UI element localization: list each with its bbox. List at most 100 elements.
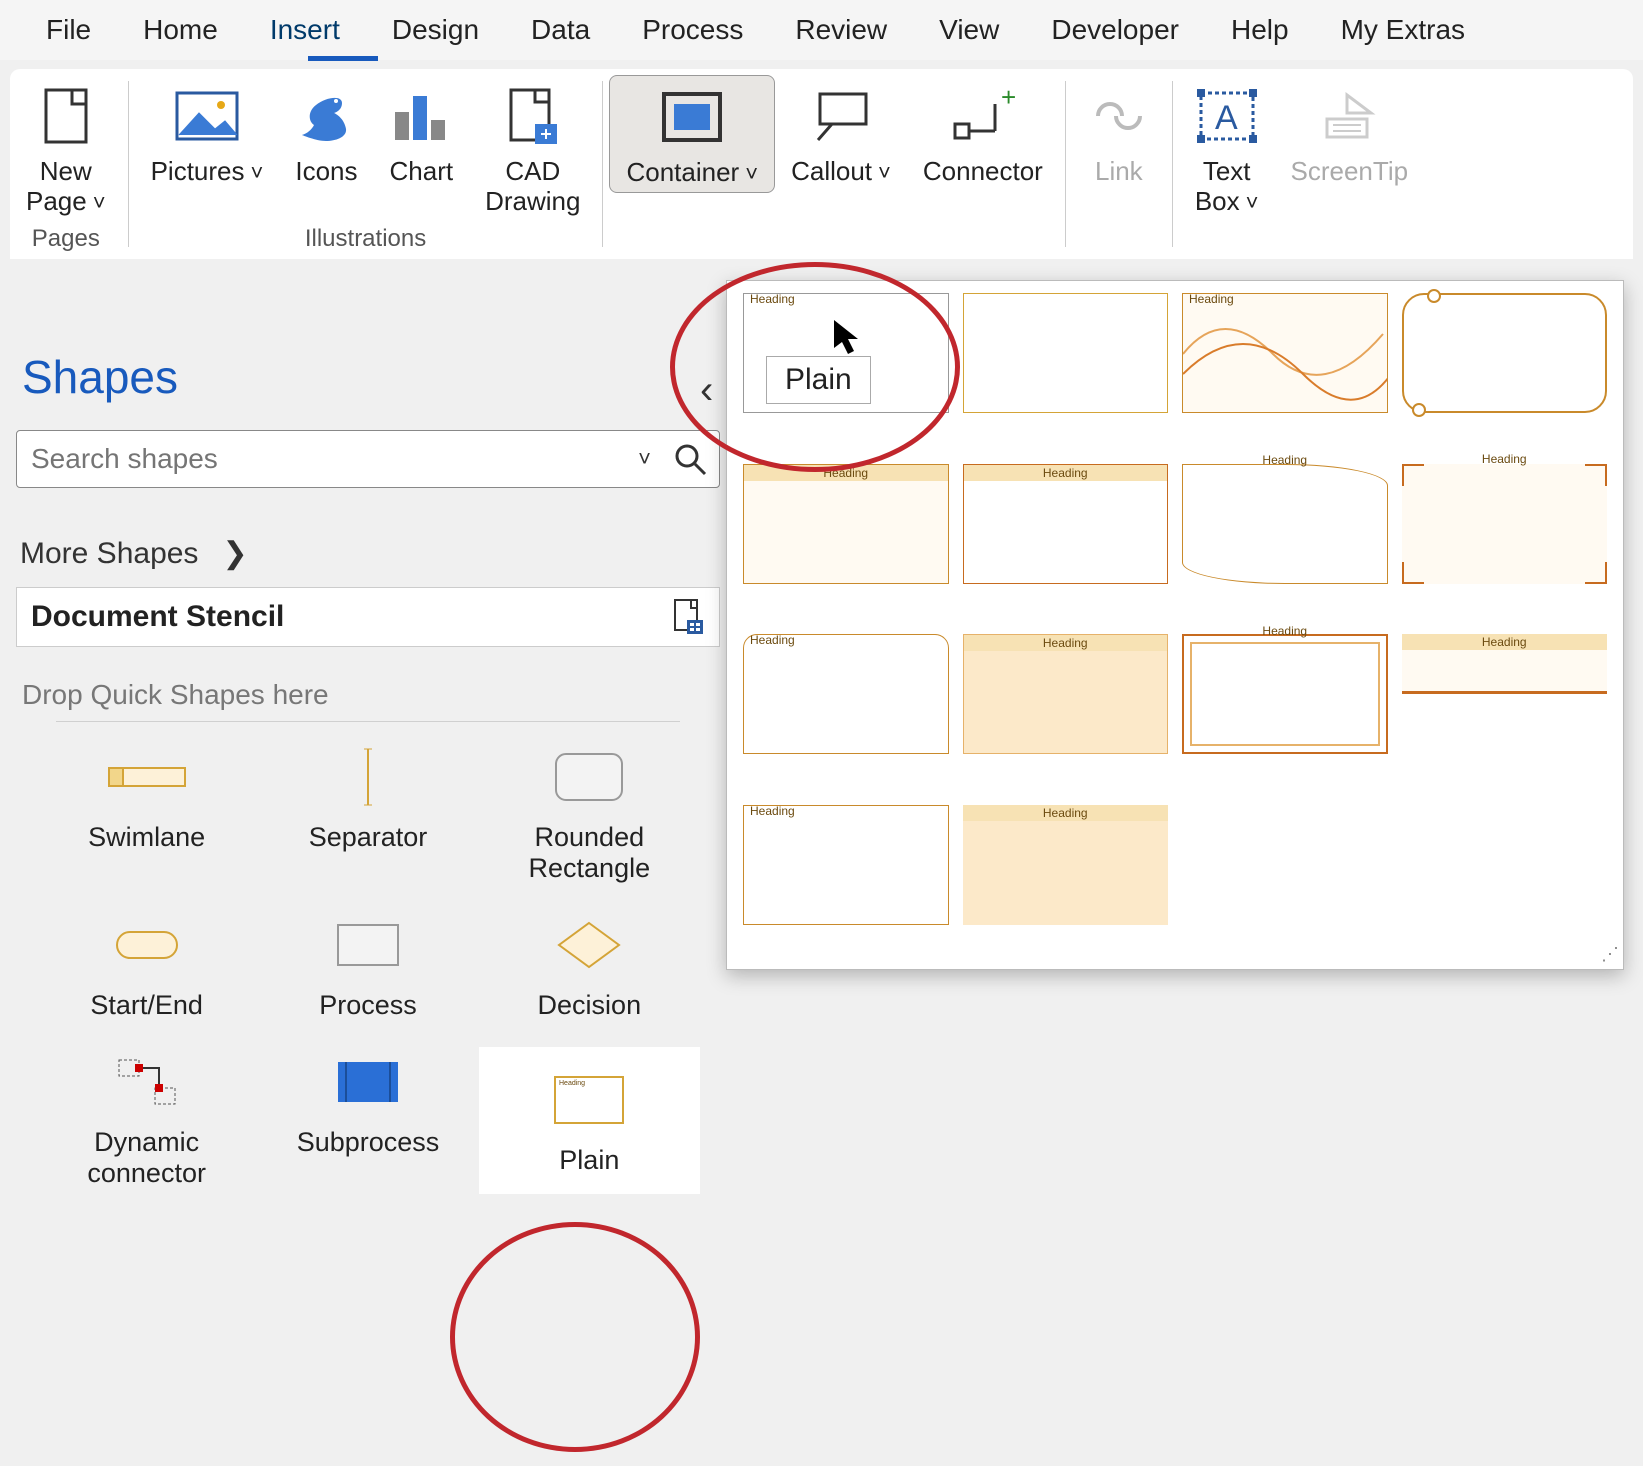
shape-label: Rounded Rectangle xyxy=(529,822,651,884)
page-icon xyxy=(42,81,90,151)
gallery-item[interactable] xyxy=(1182,293,1388,413)
link-button: Link xyxy=(1072,75,1166,191)
gallery-item[interactable] xyxy=(963,293,1169,413)
shape-label: Plain xyxy=(559,1145,619,1176)
ribbon-separator xyxy=(602,81,603,247)
menu-insert[interactable]: Insert xyxy=(244,6,366,60)
menu-data[interactable]: Data xyxy=(505,6,616,60)
shape-separator[interactable]: Separator xyxy=(257,742,478,884)
gallery-item[interactable] xyxy=(963,634,1169,754)
callout-icon xyxy=(812,81,870,151)
textbox-button[interactable]: A Text Box xyxy=(1179,75,1275,221)
shape-label: Swimlane xyxy=(88,822,205,853)
group-label-illustrations: Illustrations xyxy=(305,225,426,253)
process-icon xyxy=(336,910,400,980)
gallery-item[interactable] xyxy=(743,464,949,584)
divider xyxy=(56,721,680,722)
menu-file[interactable]: File xyxy=(20,6,117,60)
gallery-item[interactable] xyxy=(743,634,949,754)
shape-decision[interactable]: Decision xyxy=(479,910,700,1021)
document-stencil-row[interactable]: Document Stencil xyxy=(16,587,720,647)
container-label: Container xyxy=(626,158,758,188)
cad-drawing-button[interactable]: CAD Drawing xyxy=(469,75,596,221)
search-shapes[interactable]: ˅ xyxy=(16,430,720,488)
gallery-item[interactable] xyxy=(743,805,949,925)
gallery-item[interactable] xyxy=(963,464,1169,584)
ribbon-group-diagram-parts: Container Callout + Connector xyxy=(609,69,1058,259)
screentip-button: ScreenTip xyxy=(1275,75,1425,221)
search-icon[interactable] xyxy=(661,442,719,476)
annotation-circle-plain xyxy=(450,1222,700,1452)
shape-plain[interactable]: Heading Plain xyxy=(479,1047,700,1194)
chart-button[interactable]: Chart xyxy=(374,75,470,221)
screentip-label: ScreenTip xyxy=(1291,157,1409,187)
dynamic-connector-icon xyxy=(115,1047,179,1117)
connector-label: Connector xyxy=(923,157,1043,187)
shape-dynamic-connector[interactable]: Dynamic connector xyxy=(36,1047,257,1194)
separator-icon xyxy=(363,742,373,812)
icons-button[interactable]: Icons xyxy=(279,75,373,221)
callout-button[interactable]: Callout xyxy=(775,75,907,193)
more-shapes-button[interactable]: More Shapes ❯ xyxy=(20,536,720,571)
subprocess-icon xyxy=(336,1047,400,1117)
gallery-item[interactable] xyxy=(1402,634,1608,694)
shape-rounded-rectangle[interactable]: Rounded Rectangle xyxy=(479,742,700,884)
search-input[interactable] xyxy=(17,443,628,475)
menu-strip: File Home Insert Design Data Process Rev… xyxy=(0,0,1643,60)
terminator-icon xyxy=(115,910,179,980)
menu-home[interactable]: Home xyxy=(117,6,244,60)
screentip-icon xyxy=(1317,81,1381,151)
rounded-rect-icon xyxy=(554,742,624,812)
gallery-item[interactable] xyxy=(1182,464,1388,584)
menu-view[interactable]: View xyxy=(913,6,1025,60)
callout-label: Callout xyxy=(791,157,891,187)
new-page-button[interactable]: New Page xyxy=(10,75,122,221)
duck-icon xyxy=(296,81,356,151)
textbox-label: Text Box xyxy=(1195,157,1259,217)
group-label-pages: Pages xyxy=(32,225,100,253)
decision-icon xyxy=(557,910,621,980)
shape-process[interactable]: Process xyxy=(257,910,478,1021)
drop-quick-shapes-hint: Drop Quick Shapes here xyxy=(22,679,720,711)
menu-developer[interactable]: Developer xyxy=(1025,6,1205,60)
group-spacer xyxy=(1298,225,1305,253)
connector-icon: + xyxy=(951,81,1015,151)
resize-grip-icon[interactable]: ⋰ xyxy=(1601,944,1619,965)
new-page-label: New Page xyxy=(26,157,106,217)
textbox-icon: A xyxy=(1197,81,1257,151)
quick-shapes-grid: Swimlane Separator Rounded Rectangle Sta… xyxy=(16,742,720,1194)
gallery-item[interactable] xyxy=(1182,634,1388,754)
group-spacer xyxy=(831,197,838,225)
group-spacer xyxy=(1116,195,1123,223)
menu-process[interactable]: Process xyxy=(616,6,769,60)
menu-extras[interactable]: My Extras xyxy=(1315,6,1491,60)
shape-start-end[interactable]: Start/End xyxy=(36,910,257,1021)
ribbon-group-illustrations: Pictures Icons Chart CAD Drawing xyxy=(135,69,597,259)
shape-label: Start/End xyxy=(90,990,203,1021)
menu-help[interactable]: Help xyxy=(1205,6,1315,60)
document-stencil-label: Document Stencil xyxy=(31,600,284,634)
gallery-item[interactable] xyxy=(963,805,1169,925)
ribbon-separator xyxy=(1065,81,1066,247)
ribbon-group-text: A Text Box ScreenTip xyxy=(1179,69,1424,259)
ribbon-group-links: Link xyxy=(1072,69,1166,259)
chart-label: Chart xyxy=(390,157,454,187)
svg-text:+: + xyxy=(1001,90,1015,112)
shapes-pane: Shapes ˅ More Shapes ❯ Document Stencil … xyxy=(0,336,730,1194)
shape-swimlane[interactable]: Swimlane xyxy=(36,742,257,884)
container-button[interactable]: Container xyxy=(609,75,775,193)
connector-button[interactable]: + Connector xyxy=(907,75,1059,193)
shape-label: Subprocess xyxy=(297,1127,440,1158)
shape-subprocess[interactable]: Subprocess xyxy=(257,1047,478,1194)
gallery-item[interactable] xyxy=(1402,293,1608,413)
svg-text:Heading: Heading xyxy=(559,1080,585,1087)
container-icon xyxy=(660,82,724,152)
chevron-right-icon: ❯ xyxy=(222,536,247,571)
pictures-button[interactable]: Pictures xyxy=(135,75,280,221)
menu-design[interactable]: Design xyxy=(366,6,505,60)
ribbon-separator xyxy=(128,81,129,247)
gallery-item[interactable] xyxy=(1402,464,1608,584)
shape-label: Dynamic connector xyxy=(87,1127,206,1189)
search-dropdown-icon[interactable]: ˅ xyxy=(628,446,661,472)
menu-review[interactable]: Review xyxy=(769,6,913,60)
